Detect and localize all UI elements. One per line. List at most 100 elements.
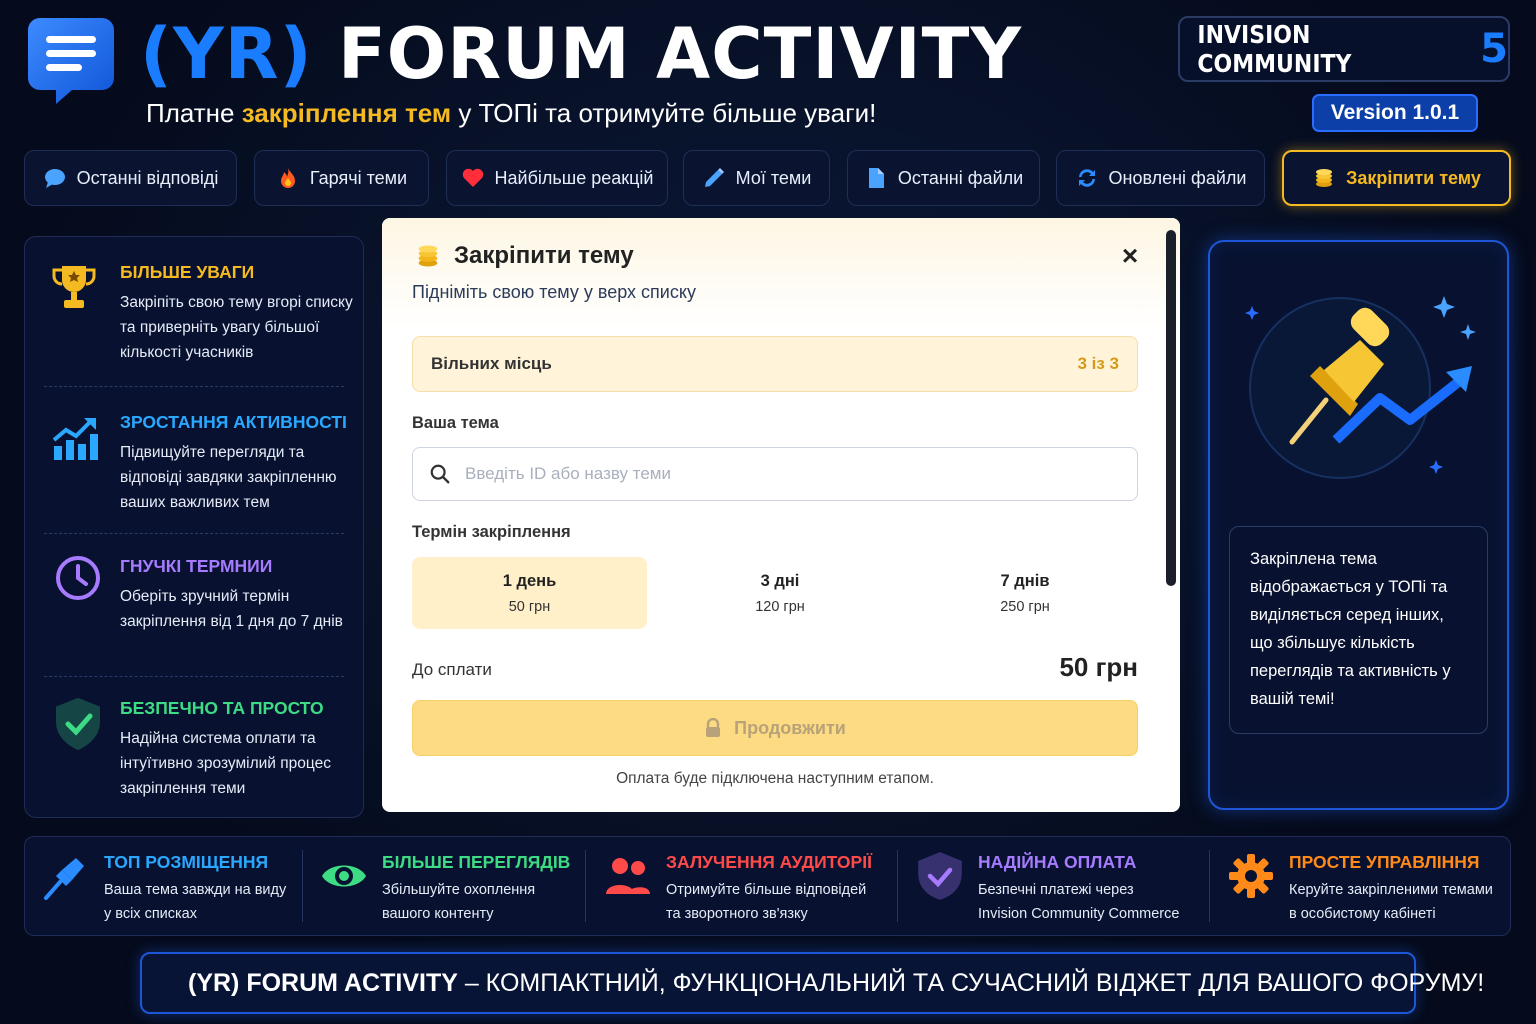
divider xyxy=(44,533,344,534)
feature-text: Оберіть зручний термін закріплення від 1… xyxy=(120,588,343,630)
gear-icon xyxy=(1229,854,1273,898)
line: та зворотного зв'язку xyxy=(666,906,808,922)
eye-icon xyxy=(322,865,366,887)
tab-latest-files[interactable]: Останні файли xyxy=(847,150,1040,206)
bottom-feature-title: ПРОСТЕ УПРАВЛІННЯ xyxy=(1289,852,1480,872)
line: Керуйте закріпленими темами xyxy=(1289,882,1493,898)
bottom-feature-text: Збільшуйте охоплення вашого контенту xyxy=(382,878,535,926)
topic-search-field[interactable] xyxy=(412,447,1138,501)
modal-header: Закріпити тему Підніміть свою тему у вер… xyxy=(382,218,1180,328)
pushpin-growth-icon xyxy=(1245,296,1476,479)
term-days: 3 дні xyxy=(760,571,800,590)
modal-subtitle: Підніміть свою тему у верх списку xyxy=(412,282,696,302)
continue-button[interactable]: Продовжити xyxy=(412,700,1138,756)
chat-logo-icon xyxy=(28,18,114,104)
bottom-feature-text: Отримуйте більше відповідей та зворотного… xyxy=(666,878,866,926)
bottom-feature-title: ЗАЛУЧЕННЯ АУДИТОРІЇ xyxy=(666,852,872,872)
subtitle-highlight: закріплення тем xyxy=(241,98,452,128)
term-price: 250 грн xyxy=(1000,598,1050,615)
feature-title: ЗРОСТАННЯ АКТИВНОСТІ xyxy=(120,412,347,432)
tab-label: Найбільше реакцій xyxy=(494,167,654,188)
divider xyxy=(44,676,344,677)
platform-name: INVISION COMMUNITY xyxy=(1197,20,1352,78)
line: вашого контенту xyxy=(382,906,494,922)
bottom-feature-text: Безпечні платежі через Invision Community… xyxy=(978,878,1179,926)
free-slots-box: Вільних місць 3 із 3 xyxy=(412,336,1138,392)
tab-my-topics[interactable]: Мої теми xyxy=(683,150,830,206)
term-label: Термін закріплення xyxy=(412,523,571,541)
bottom-feature-title: НАДІЙНА ОПЛАТА xyxy=(978,852,1137,872)
feature-text: Надійна система оплати та інтуїтивно зро… xyxy=(120,730,331,797)
line: Отримуйте більше відповідей xyxy=(666,882,867,898)
chart-growth-icon xyxy=(52,418,98,460)
tab-label: Останні файли xyxy=(897,167,1024,188)
continue-label: Продовжити xyxy=(734,717,846,738)
term-price: 50 грн xyxy=(508,598,551,615)
term-days: 1 день xyxy=(502,571,557,590)
coins-icon xyxy=(418,245,438,267)
pin-topic-modal: Закріпити тему Підніміть свою тему у вер… xyxy=(382,218,1180,812)
pin-icon xyxy=(44,858,84,900)
divider xyxy=(44,386,344,387)
footer-banner: (YR) FORUM ACTIVITY – КОМПАКТНИЙ, ФУНКЦІ… xyxy=(140,952,1484,1014)
info-text: Закріплена тема відображається у ТОПі та… xyxy=(1229,526,1488,734)
feature-title: БІЛЬШЕ УВАГИ xyxy=(120,262,255,282)
tab-label: Оновлені файли xyxy=(1108,167,1247,188)
free-slots-label: Вільних місць xyxy=(431,354,552,373)
line: Безпечні платежі через xyxy=(978,882,1134,898)
bottom-feature-title: ТОП РОЗМІЩЕННЯ xyxy=(104,852,269,872)
term-price: 120 грн xyxy=(755,598,805,615)
divider xyxy=(897,850,898,922)
heart-icon xyxy=(462,168,483,187)
title-main: FORUM ACTIVITY xyxy=(337,13,1023,95)
shield-check-icon xyxy=(56,698,100,750)
modal-scrollbar[interactable] xyxy=(1166,230,1176,586)
title-prefix: (YR) xyxy=(140,13,313,95)
divider xyxy=(302,850,303,922)
bottom-feature-title: БІЛЬШЕ ПЕРЕГЛЯДІВ xyxy=(382,852,571,872)
subtitle-after: у ТОПі та отримуйте більше уваги! xyxy=(451,98,877,128)
bottom-feature-text: Керуйте закріпленими темами в особистому … xyxy=(1289,878,1493,926)
clock-icon xyxy=(56,556,100,600)
close-icon[interactable]: × xyxy=(1118,242,1142,270)
topic-search-input[interactable] xyxy=(465,464,1105,484)
banner-product-name: (YR) FORUM ACTIVITY xyxy=(188,968,458,997)
platform-version-number: 5 xyxy=(1480,26,1508,72)
page-title: (YR) FORUM ACTIVITY xyxy=(140,12,1022,96)
line: Invision Community Commerce xyxy=(978,906,1180,922)
tab-latest-replies[interactable]: Останні відповіді xyxy=(24,150,237,206)
tab-label: Гарячі теми xyxy=(309,167,408,188)
users-icon xyxy=(606,858,650,894)
shield-check-icon xyxy=(918,852,962,900)
version-badge: Version 1.0.1 xyxy=(1312,94,1478,132)
tab-label: Останні відповіді xyxy=(76,167,219,188)
banner-text: (YR) FORUM ACTIVITY – КОМПАКТНИЙ, ФУНКЦІ… xyxy=(188,969,1484,998)
bottom-feature-text: Ваша тема завжди на виду у всіх списках xyxy=(104,878,286,926)
divider xyxy=(1209,850,1210,922)
feature-text: Підвищуйте перегляди та відповіді завдяк… xyxy=(120,444,337,511)
refresh-icon xyxy=(1078,169,1095,187)
tab-pin-topic[interactable]: Закріпити тему xyxy=(1282,150,1511,206)
trophy-icon xyxy=(52,266,96,308)
term-days: 7 днів xyxy=(1000,571,1050,590)
lock-icon xyxy=(706,718,721,737)
fire-icon xyxy=(280,168,295,188)
term-option-7-days[interactable]: 7 днів 250 грн xyxy=(908,557,1142,629)
line: Ваша тема завжди на виду xyxy=(104,882,287,898)
coins-icon xyxy=(1316,169,1333,187)
subtitle-before: Платне xyxy=(146,98,242,128)
tab-hot-topics[interactable]: Гарячі теми xyxy=(254,150,429,206)
feature-title: ГНУЧКІ ТЕРМНИИ xyxy=(120,556,273,576)
search-icon xyxy=(430,464,450,484)
tab-most-reactions[interactable]: Найбільше реакцій xyxy=(446,150,668,206)
tab-label: Закріпити тему xyxy=(1346,167,1481,188)
subtitle: Платне закріплення тем у ТОПі та отримуй… xyxy=(146,98,876,129)
payment-note: Оплата буде підключена наступним етапом. xyxy=(616,770,934,787)
line: в особистому кабінеті xyxy=(1289,906,1436,922)
tab-updated-files[interactable]: Оновлені файли xyxy=(1056,150,1265,206)
line: у всіх списках xyxy=(104,906,197,922)
pay-amount: 50 грн xyxy=(1059,652,1138,682)
term-option-3-days[interactable]: 3 дні 120 грн xyxy=(662,557,898,629)
chat-bubble-icon xyxy=(44,169,65,188)
term-option-1-day[interactable]: 1 день 50 грн xyxy=(412,557,647,629)
